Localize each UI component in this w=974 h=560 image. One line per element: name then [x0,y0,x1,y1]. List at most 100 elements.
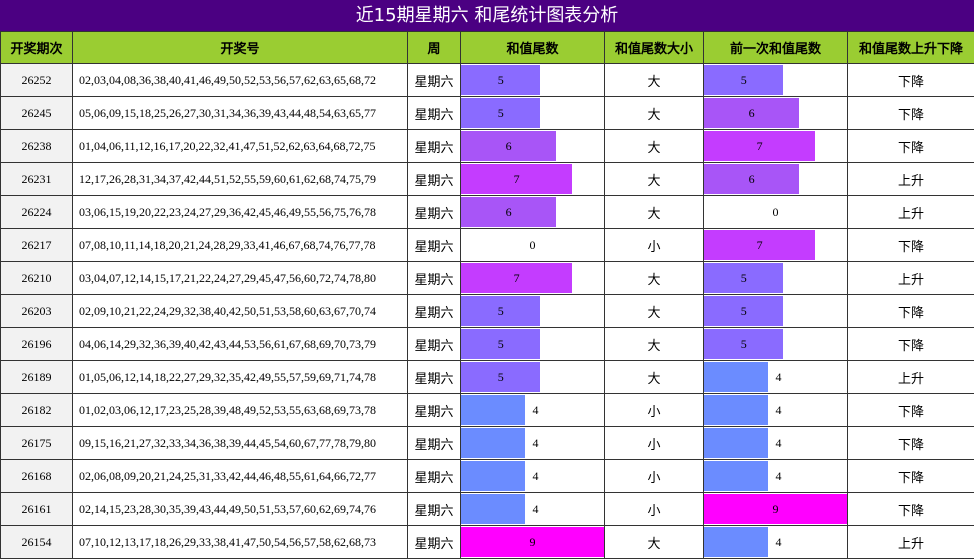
tail-cell-label: 5 [497,73,504,87]
tail-cell-label: 4 [532,502,539,516]
prev-tail-cell: 5 [703,261,848,295]
tail-cell-label: 4 [532,403,539,417]
trend-cell: 下降 [847,294,974,328]
table-row: 26245 05,06,09,15,18,25,26,27,30,31,34,36… [0,96,974,130]
size-cell: 小 [604,492,704,526]
numbers-cell: 02,14,15,23,28,30,35,39,43,44,49,50,51,5… [72,492,408,526]
numbers-cell: 04,06,14,29,32,36,39,40,42,43,44,53,56,6… [72,327,408,361]
prev-tail-cell-label: 5 [740,304,747,318]
week-cell: 星期六 [407,393,461,427]
header-prev-tail: 前一次和值尾数 [703,31,848,64]
numbers-cell: 05,06,09,15,18,25,26,27,30,31,34,36,39,4… [72,96,408,130]
week-cell: 星期六 [407,96,461,130]
numbers-cell: 02,03,04,08,36,38,40,41,46,49,50,52,53,5… [72,63,408,97]
trend-cell: 下降 [847,327,974,361]
period-cell: 26196 [0,327,73,361]
tail-cell-label: 9 [529,535,536,549]
trend-cell: 上升 [847,261,974,295]
header-period: 开奖期次 [0,31,73,64]
size-cell: 大 [604,327,704,361]
numbers-cell: 09,15,16,21,27,32,33,34,36,38,39,44,45,5… [72,426,408,460]
size-cell: 小 [604,393,704,427]
table-row: 26168 02,06,08,09,20,21,24,25,31,33,42,44… [0,459,974,493]
tail-cell-bar [461,395,525,425]
numbers-cell: 03,04,07,12,14,15,17,21,22,24,27,29,45,4… [72,261,408,295]
trend-cell: 上升 [847,195,974,229]
tail-cell: 5 [460,360,605,394]
period-cell: 26231 [0,162,73,196]
table-row: 26231 12,17,26,28,31,34,37,42,44,51,52,55… [0,162,974,196]
week-cell: 星期六 [407,129,461,163]
tail-cell-label: 0 [529,238,536,252]
week-cell: 星期六 [407,63,461,97]
header-size: 和值尾数大小 [604,31,704,64]
prev-tail-cell-label: 4 [775,469,782,483]
prev-tail-cell-label: 6 [748,106,755,120]
table-row: 26238 01,04,06,11,12,16,17,20,22,32,41,47… [0,129,974,163]
week-cell: 星期六 [407,525,461,559]
tail-cell: 7 [460,261,605,295]
table-row: 26154 07,10,12,13,17,18,26,29,33,38,41,47… [0,525,974,559]
size-cell: 大 [604,63,704,97]
numbers-cell: 02,06,08,09,20,21,24,25,31,33,42,44,46,4… [72,459,408,493]
period-cell: 26189 [0,360,73,394]
prev-tail-cell: 4 [703,426,848,460]
tail-cell: 6 [460,129,605,163]
numbers-cell: 07,10,12,13,17,18,26,29,33,38,41,47,50,5… [72,525,408,559]
period-cell: 26224 [0,195,73,229]
numbers-cell: 03,06,15,19,20,22,23,24,27,29,36,42,45,4… [72,195,408,229]
trend-cell: 下降 [847,96,974,130]
prev-tail-cell-bar [704,527,768,557]
trend-cell: 下降 [847,459,974,493]
prev-tail-cell-label: 9 [772,502,779,516]
trend-cell: 上升 [847,162,974,196]
numbers-cell: 01,02,03,06,12,17,23,25,28,39,48,49,52,5… [72,393,408,427]
tail-cell-bar [461,428,525,458]
prev-tail-cell: 7 [703,228,848,262]
size-cell: 大 [604,129,704,163]
table-row: 26252 02,03,04,08,36,38,40,41,46,49,50,52… [0,63,974,97]
trend-cell: 下降 [847,228,974,262]
trend-cell: 下降 [847,393,974,427]
table-body: 26252 02,03,04,08,36,38,40,41,46,49,50,52… [0,63,974,559]
period-cell: 26217 [0,228,73,262]
prev-tail-cell-label: 5 [740,271,747,285]
trend-cell: 上升 [847,360,974,394]
size-cell: 大 [604,195,704,229]
numbers-cell: 12,17,26,28,31,34,37,42,44,51,52,55,59,6… [72,162,408,196]
tail-cell-label: 5 [497,370,504,384]
trend-cell: 下降 [847,426,974,460]
table-row: 26189 01,05,06,12,14,18,22,27,29,32,35,42… [0,360,974,394]
week-cell: 星期六 [407,228,461,262]
week-cell: 星期六 [407,492,461,526]
tail-cell-label: 5 [497,337,504,351]
week-cell: 星期六 [407,459,461,493]
numbers-cell: 01,05,06,12,14,18,22,27,29,32,35,42,49,5… [72,360,408,394]
tail-cell-label: 6 [505,205,512,219]
prev-tail-cell-bar [704,395,768,425]
tail-cell: 5 [460,294,605,328]
prev-tail-cell: 0 [703,195,848,229]
tail-cell-label: 4 [532,469,539,483]
prev-tail-cell: 4 [703,393,848,427]
week-cell: 星期六 [407,294,461,328]
period-cell: 26203 [0,294,73,328]
prev-tail-cell: 4 [703,459,848,493]
prev-tail-cell: 7 [703,129,848,163]
prev-tail-cell: 4 [703,360,848,394]
size-cell: 大 [604,261,704,295]
prev-tail-cell-label: 0 [772,205,779,219]
size-cell: 小 [604,228,704,262]
table-row: 26217 07,08,10,11,14,18,20,21,24,28,29,33… [0,228,974,262]
size-cell: 大 [604,360,704,394]
trend-cell: 下降 [847,63,974,97]
week-cell: 星期六 [407,162,461,196]
tail-cell: 4 [460,393,605,427]
prev-tail-cell-bar [704,461,768,491]
tail-cell-label: 5 [497,304,504,318]
table-row: 26203 02,09,10,21,22,24,29,32,38,40,42,50… [0,294,974,328]
prev-tail-cell-label: 6 [748,172,755,186]
tail-cell-label: 7 [513,172,520,186]
period-cell: 26168 [0,459,73,493]
numbers-cell: 07,08,10,11,14,18,20,21,24,28,29,33,41,4… [72,228,408,262]
